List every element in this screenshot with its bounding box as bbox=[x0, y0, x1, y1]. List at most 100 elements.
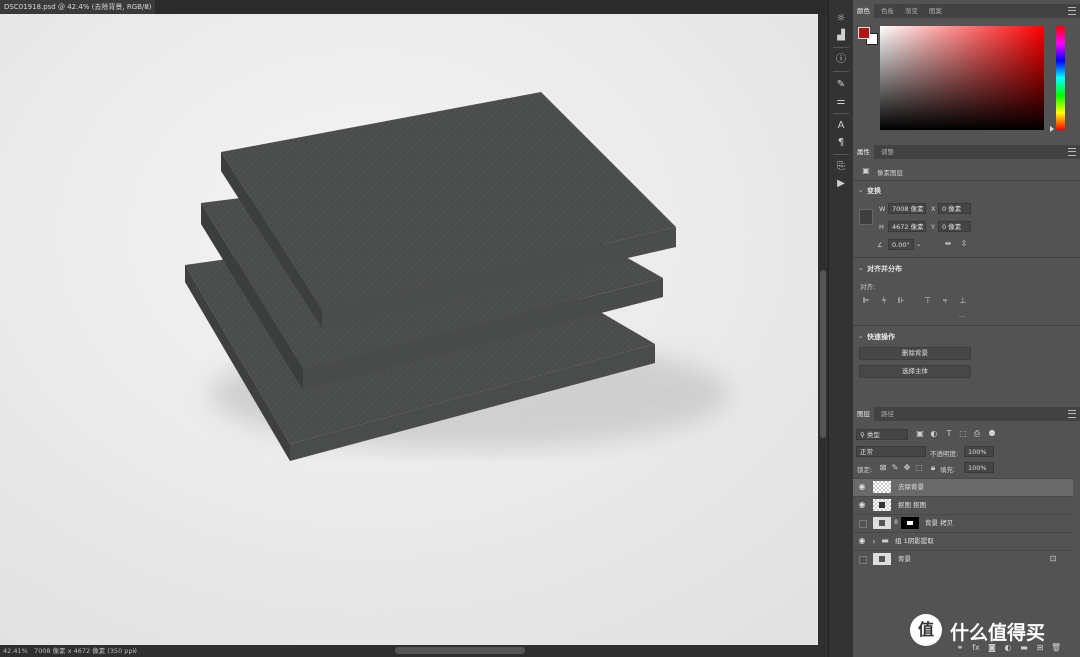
close-tab-icon[interactable]: × bbox=[144, 0, 150, 14]
filter-pixel-icon[interactable]: ▣ bbox=[915, 429, 925, 439]
height-field[interactable]: 4672 像素 bbox=[888, 221, 926, 232]
fill-field[interactable]: 100% bbox=[964, 462, 994, 473]
filter-toggle-icon[interactable]: ● bbox=[987, 428, 997, 438]
filter-smart-object-icon[interactable]: ⎙ bbox=[972, 429, 982, 439]
blend-mode-select[interactable]: 正常 bbox=[856, 446, 926, 457]
brush-settings-icon[interactable]: ✎ bbox=[834, 78, 848, 92]
hue-slider-handle[interactable] bbox=[1050, 126, 1054, 132]
actions-play-icon[interactable]: ▶ bbox=[834, 177, 848, 191]
link-dimensions-icon[interactable] bbox=[859, 209, 873, 225]
layer-thumbnail bbox=[873, 481, 891, 493]
section-divider bbox=[853, 257, 1080, 258]
collapse-quick-actions-icon[interactable]: ⌄ bbox=[858, 332, 863, 340]
visibility-eye-icon[interactable]: ◉ bbox=[857, 482, 867, 492]
adjustments-icon[interactable]: ⚌ bbox=[834, 95, 848, 109]
remove-background-button[interactable]: 删除背景 bbox=[859, 347, 971, 360]
histogram-icon[interactable]: ▟ bbox=[834, 29, 848, 43]
tab-paths[interactable]: 路径 bbox=[877, 407, 898, 421]
paragraph-icon[interactable]: ¶ bbox=[834, 136, 848, 150]
horizontal-scroll-thumb[interactable] bbox=[395, 647, 525, 654]
align-more-button[interactable]: ... bbox=[959, 311, 965, 319]
hue-slider[interactable] bbox=[1056, 26, 1065, 130]
tab-properties[interactable]: 属性 bbox=[853, 145, 874, 159]
align-middle-v-icon[interactable]: ⫧ bbox=[940, 296, 950, 306]
tab-patterns[interactable]: 图案 bbox=[925, 4, 946, 18]
panel-menu-icon[interactable] bbox=[1068, 410, 1076, 418]
width-label: W bbox=[879, 205, 886, 213]
layer-row[interactable]: 8 背景 拷贝 bbox=[853, 514, 1073, 532]
expand-group-chevron-icon[interactable]: › bbox=[871, 537, 877, 547]
align-center-h-icon[interactable]: ⫩ bbox=[879, 296, 889, 306]
align-bottom-icon[interactable]: ⊥ bbox=[958, 296, 968, 306]
angle-dropdown-icon[interactable]: ⌄ bbox=[916, 240, 921, 248]
layer-row[interactable]: 背景 ⊡ bbox=[853, 550, 1073, 568]
filter-type-icon[interactable]: T bbox=[944, 429, 954, 439]
layer-thumbnail bbox=[873, 499, 891, 511]
status-menu-arrow[interactable]: › bbox=[133, 645, 136, 657]
align-top-icon[interactable]: ⊤ bbox=[923, 296, 933, 306]
layer-row[interactable]: ◉ 抠图 抠图 bbox=[853, 496, 1073, 514]
layer-filter-kind-select[interactable]: ⚲ 类型 bbox=[856, 429, 908, 440]
mask-link-icon[interactable]: 8 bbox=[893, 518, 899, 528]
angle-field[interactable]: 0.00° bbox=[888, 239, 914, 250]
pixel-layer-icon: ▣ bbox=[862, 166, 870, 175]
foreground-color-swatch[interactable] bbox=[858, 27, 870, 39]
flip-horizontal-icon[interactable]: ⇹ bbox=[943, 239, 953, 249]
collapse-align-icon[interactable]: ⌄ bbox=[858, 264, 863, 272]
layers-panel-tabs: 图层 路径 bbox=[853, 407, 1080, 421]
x-label: X bbox=[931, 205, 936, 213]
tab-adjustments[interactable]: 调整 bbox=[877, 145, 898, 159]
folder-icon: ▬ bbox=[881, 536, 889, 545]
width-field[interactable]: 7008 像素 bbox=[888, 203, 926, 214]
lock-all-icon[interactable]: 🔒︎ bbox=[929, 463, 937, 473]
properties-panel-tabs: 属性 调整 bbox=[853, 145, 1080, 159]
visibility-eye-icon[interactable]: ◉ bbox=[857, 536, 867, 546]
select-subject-button[interactable]: 选择主体 bbox=[859, 365, 971, 378]
lock-image-icon[interactable]: ✎ bbox=[891, 463, 899, 473]
panel-menu-icon[interactable] bbox=[1068, 7, 1076, 15]
color-panel-tabs: 颜色 色板 渐变 图案 bbox=[853, 4, 1080, 18]
search-icon: ⚲ bbox=[860, 431, 865, 439]
visibility-eye-icon[interactable]: ◉ bbox=[857, 500, 867, 510]
flip-vertical-icon[interactable]: ⇳ bbox=[959, 239, 969, 249]
align-right-icon[interactable]: ⊪ bbox=[896, 296, 906, 306]
layer-row[interactable]: ◉ › ▬ 组 1阴影提取 bbox=[853, 532, 1073, 550]
document-tab[interactable]: DSC01918.psd @ 42.4% (去除背景, RGB/8) × bbox=[0, 0, 155, 14]
lock-position-icon[interactable]: ✥ bbox=[903, 463, 911, 473]
visibility-toggle-off[interactable] bbox=[859, 520, 867, 528]
info-icon[interactable]: ⓘ bbox=[834, 53, 848, 67]
vertical-scroll-thumb[interactable] bbox=[820, 270, 826, 438]
lock-transparency-icon[interactable]: ⊠ bbox=[879, 463, 887, 473]
color-field[interactable] bbox=[880, 26, 1044, 130]
tool-divider bbox=[833, 47, 849, 48]
status-zoom[interactable]: 42.41% bbox=[3, 645, 28, 657]
layer-mask-thumbnail bbox=[901, 517, 919, 529]
character-icon[interactable]: A bbox=[834, 119, 848, 133]
collapse-transform-icon[interactable]: ⌄ bbox=[858, 186, 863, 194]
lock-artboard-icon[interactable]: ⬚ bbox=[915, 463, 923, 473]
status-doc-info: 7008 像素 x 4672 像素 (350 ppi) bbox=[34, 647, 137, 655]
quick-actions-header: 快速操作 bbox=[867, 333, 895, 341]
visibility-toggle-off[interactable] bbox=[859, 556, 867, 564]
watermark-icon: 值 bbox=[910, 614, 942, 646]
history-icon[interactable]: ⎘ bbox=[834, 160, 848, 174]
canvas[interactable] bbox=[0, 14, 818, 645]
watermark-text: 什么值得买 bbox=[950, 622, 1046, 644]
x-field[interactable]: 0 像素 bbox=[938, 203, 971, 214]
panel-icon-strip: ☼ ▟ ⓘ ✎ ⚌ A ¶ ⎘ ▶ bbox=[828, 0, 853, 657]
tab-layers[interactable]: 图层 bbox=[853, 407, 874, 421]
tab-color[interactable]: 颜色 bbox=[853, 4, 874, 18]
filter-adjustment-icon[interactable]: ◐ bbox=[929, 429, 939, 439]
layer-row[interactable]: ◉ 去除背景 bbox=[853, 478, 1073, 496]
fill-label: 填充: bbox=[940, 466, 956, 474]
tab-gradients[interactable]: 渐变 bbox=[901, 4, 922, 18]
panel-menu-icon[interactable] bbox=[1068, 148, 1076, 156]
tab-swatches[interactable]: 色板 bbox=[877, 4, 898, 18]
align-left-icon[interactable]: ⊫ bbox=[861, 296, 871, 306]
tool-divider bbox=[833, 113, 849, 114]
brightness-icon[interactable]: ☼ bbox=[834, 12, 848, 26]
opacity-field[interactable]: 100% bbox=[964, 446, 994, 457]
section-divider bbox=[853, 180, 1080, 181]
y-field[interactable]: 0 像素 bbox=[938, 221, 971, 232]
filter-shape-icon[interactable]: ⬚ bbox=[958, 429, 968, 439]
